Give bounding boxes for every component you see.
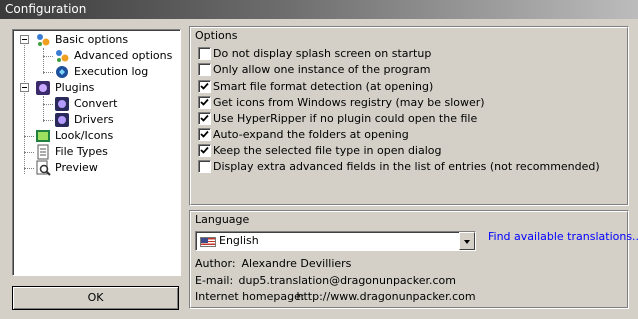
option-label: Auto-expand the folders at opening [213, 128, 409, 141]
drivers-icon [54, 112, 70, 128]
option-checkbox[interactable] [198, 47, 211, 60]
email-label: E-mail: [195, 274, 234, 287]
us-flag-icon [200, 237, 216, 247]
homepage-label: Internet homepage: [195, 290, 305, 303]
option-label: Use HyperRipper if no plugin could open … [213, 112, 478, 125]
options-title: Options [195, 29, 238, 42]
chevron-down-icon[interactable] [459, 232, 475, 250]
basic-options-expander[interactable] [20, 35, 29, 44]
option-label: Get icons from Windows registry (may be … [213, 96, 485, 109]
option-checkbox[interactable] [198, 128, 211, 141]
checkmark-icon [200, 130, 209, 138]
look-icon [35, 128, 51, 144]
checkmark-icon [200, 146, 209, 154]
language-select[interactable]: English [195, 231, 476, 251]
settings-tree[interactable]: Basic options Advanced options Execution… [12, 29, 181, 276]
log-icon [54, 64, 70, 80]
option-label: Smart file format detection (at opening) [213, 80, 434, 93]
checkmark-icon [200, 114, 209, 122]
option-checkbox[interactable] [198, 63, 211, 76]
checkmark-icon [200, 98, 209, 106]
window-title: Configuration [0, 0, 638, 19]
homepage-value: http://www.dragonunpacker.com [296, 290, 476, 303]
option-checkbox[interactable] [198, 160, 211, 173]
ok-button[interactable]: OK [12, 286, 179, 310]
option-label: Only allow one instance of the program [213, 63, 431, 76]
plugin-icon [35, 80, 51, 96]
option-label: Keep the selected file type in open dial… [213, 144, 442, 157]
convert-icon [54, 96, 70, 112]
option-label: Display extra advanced fields in the lis… [213, 160, 600, 173]
language-title: Language [195, 213, 250, 226]
option-checkbox[interactable] [198, 144, 211, 157]
preview-icon [35, 160, 51, 176]
option-checkbox[interactable] [198, 80, 211, 93]
gear-icon [35, 32, 51, 48]
option-label: Do not display splash screen on startup [213, 47, 432, 60]
plugins-expander[interactable] [20, 83, 29, 92]
option-checkbox[interactable] [198, 112, 211, 125]
author-value: Alexandre Devilliers [241, 257, 352, 270]
file-types-icon [35, 144, 51, 160]
email-value: dup5.translation@dragonunpacker.com [238, 274, 456, 287]
option-checkbox[interactable] [198, 96, 211, 109]
checkmark-icon [200, 82, 209, 90]
language-selected-value: English [219, 234, 259, 247]
gear-icon [54, 48, 70, 64]
author-row: Author: Alexandre Devilliers [195, 257, 351, 270]
configuration-window: Configuration Basic options Advanced opt… [0, 0, 638, 319]
find-translations-link[interactable]: Find available translations... [488, 230, 638, 243]
homepage-row: Internet homepage: http://www.dragonunpa… [195, 290, 476, 303]
author-label: Author: [195, 257, 236, 270]
email-row: E-mail: dup5.translation@dragonunpacker.… [195, 274, 456, 287]
